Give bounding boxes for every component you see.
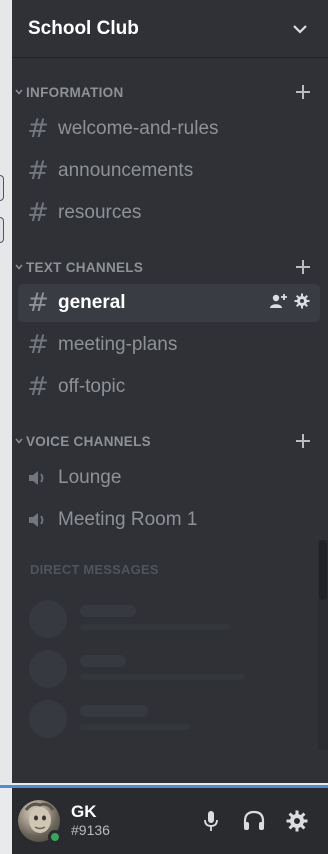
channel-name: off-topic: [58, 376, 126, 397]
category-label: TEXT CHANNELS: [26, 259, 144, 275]
invite-member-icon[interactable]: [268, 293, 288, 314]
channel-meeting-plans[interactable]: # meeting-plans: [18, 326, 320, 364]
left-edge-strip: [0, 0, 12, 783]
hash-icon: #: [27, 330, 49, 360]
channel-welcome-and-rules[interactable]: # welcome-and-rules: [18, 110, 320, 148]
user-tag: #9136: [71, 822, 110, 838]
channel-name: announcements: [58, 160, 194, 181]
dm-placeholder-avatar: [29, 700, 67, 738]
chevron-down-icon[interactable]: [290, 19, 310, 39]
category-label: VOICE CHANNELS: [26, 433, 151, 449]
dm-placeholder-name: [80, 705, 148, 717]
channel-off-topic[interactable]: # off-topic: [18, 368, 320, 406]
category-label: INFORMATION: [26, 84, 124, 100]
caret-down-icon: [12, 89, 26, 95]
voice-channel-lounge[interactable]: Lounge: [18, 459, 320, 497]
speaker-icon: [18, 470, 58, 486]
channel-name: Meeting Room 1: [58, 509, 198, 530]
channel-resources[interactable]: # resources: [18, 194, 320, 232]
channel-general[interactable]: # general: [18, 284, 320, 322]
speaker-icon: [18, 512, 58, 528]
username: GK: [71, 802, 97, 821]
dm-placeholder-name: [80, 605, 136, 617]
channel-name: meeting-plans: [58, 334, 178, 355]
channel-sidebar: School Club INFORMATION # welcome-and-ru…: [12, 0, 328, 783]
dm-placeholder-avatar: [29, 600, 67, 638]
user-panel: GK #9136: [12, 788, 328, 854]
user-settings-gear-icon[interactable]: [282, 806, 312, 836]
channel-name: welcome-and-rules: [58, 118, 219, 139]
category-text-channels[interactable]: TEXT CHANNELS: [12, 256, 328, 278]
caret-down-icon: [12, 438, 26, 444]
server-name: School Club: [28, 17, 139, 39]
channel-name: resources: [58, 202, 142, 223]
channel-name: Lounge: [58, 467, 122, 488]
online-status-icon: [48, 830, 62, 844]
microphone-icon[interactable]: [196, 806, 226, 836]
hash-icon: #: [27, 288, 49, 318]
channel-name: general: [58, 292, 126, 313]
headphones-icon[interactable]: [239, 806, 269, 836]
edge-handle-bottom[interactable]: [0, 217, 4, 243]
add-channel-icon[interactable]: [292, 256, 314, 278]
dm-placeholder-line: [80, 724, 190, 730]
category-voice-channels[interactable]: VOICE CHANNELS: [12, 430, 328, 452]
voice-channel-meeting-room-1[interactable]: Meeting Room 1: [18, 501, 320, 539]
edge-handle-top[interactable]: [0, 175, 4, 201]
hash-icon: #: [27, 114, 49, 144]
scrollbar-thumb[interactable]: [319, 540, 327, 600]
caret-down-icon: [12, 264, 26, 270]
category-information[interactable]: INFORMATION: [12, 81, 328, 103]
hash-icon: #: [27, 372, 49, 402]
hash-icon: #: [27, 156, 49, 186]
server-header[interactable]: School Club: [12, 0, 328, 58]
direct-messages-label: DIRECT MESSAGES: [30, 562, 159, 577]
dm-placeholder-line: [80, 624, 230, 630]
add-channel-icon[interactable]: [292, 430, 314, 452]
add-channel-icon[interactable]: [292, 81, 314, 103]
hash-icon: #: [27, 198, 49, 228]
dm-placeholder-name: [80, 655, 126, 667]
gear-icon[interactable]: [294, 293, 310, 314]
dm-placeholder-avatar: [29, 650, 67, 688]
dm-placeholder-line: [80, 674, 245, 680]
channel-announcements[interactable]: # announcements: [18, 152, 320, 190]
